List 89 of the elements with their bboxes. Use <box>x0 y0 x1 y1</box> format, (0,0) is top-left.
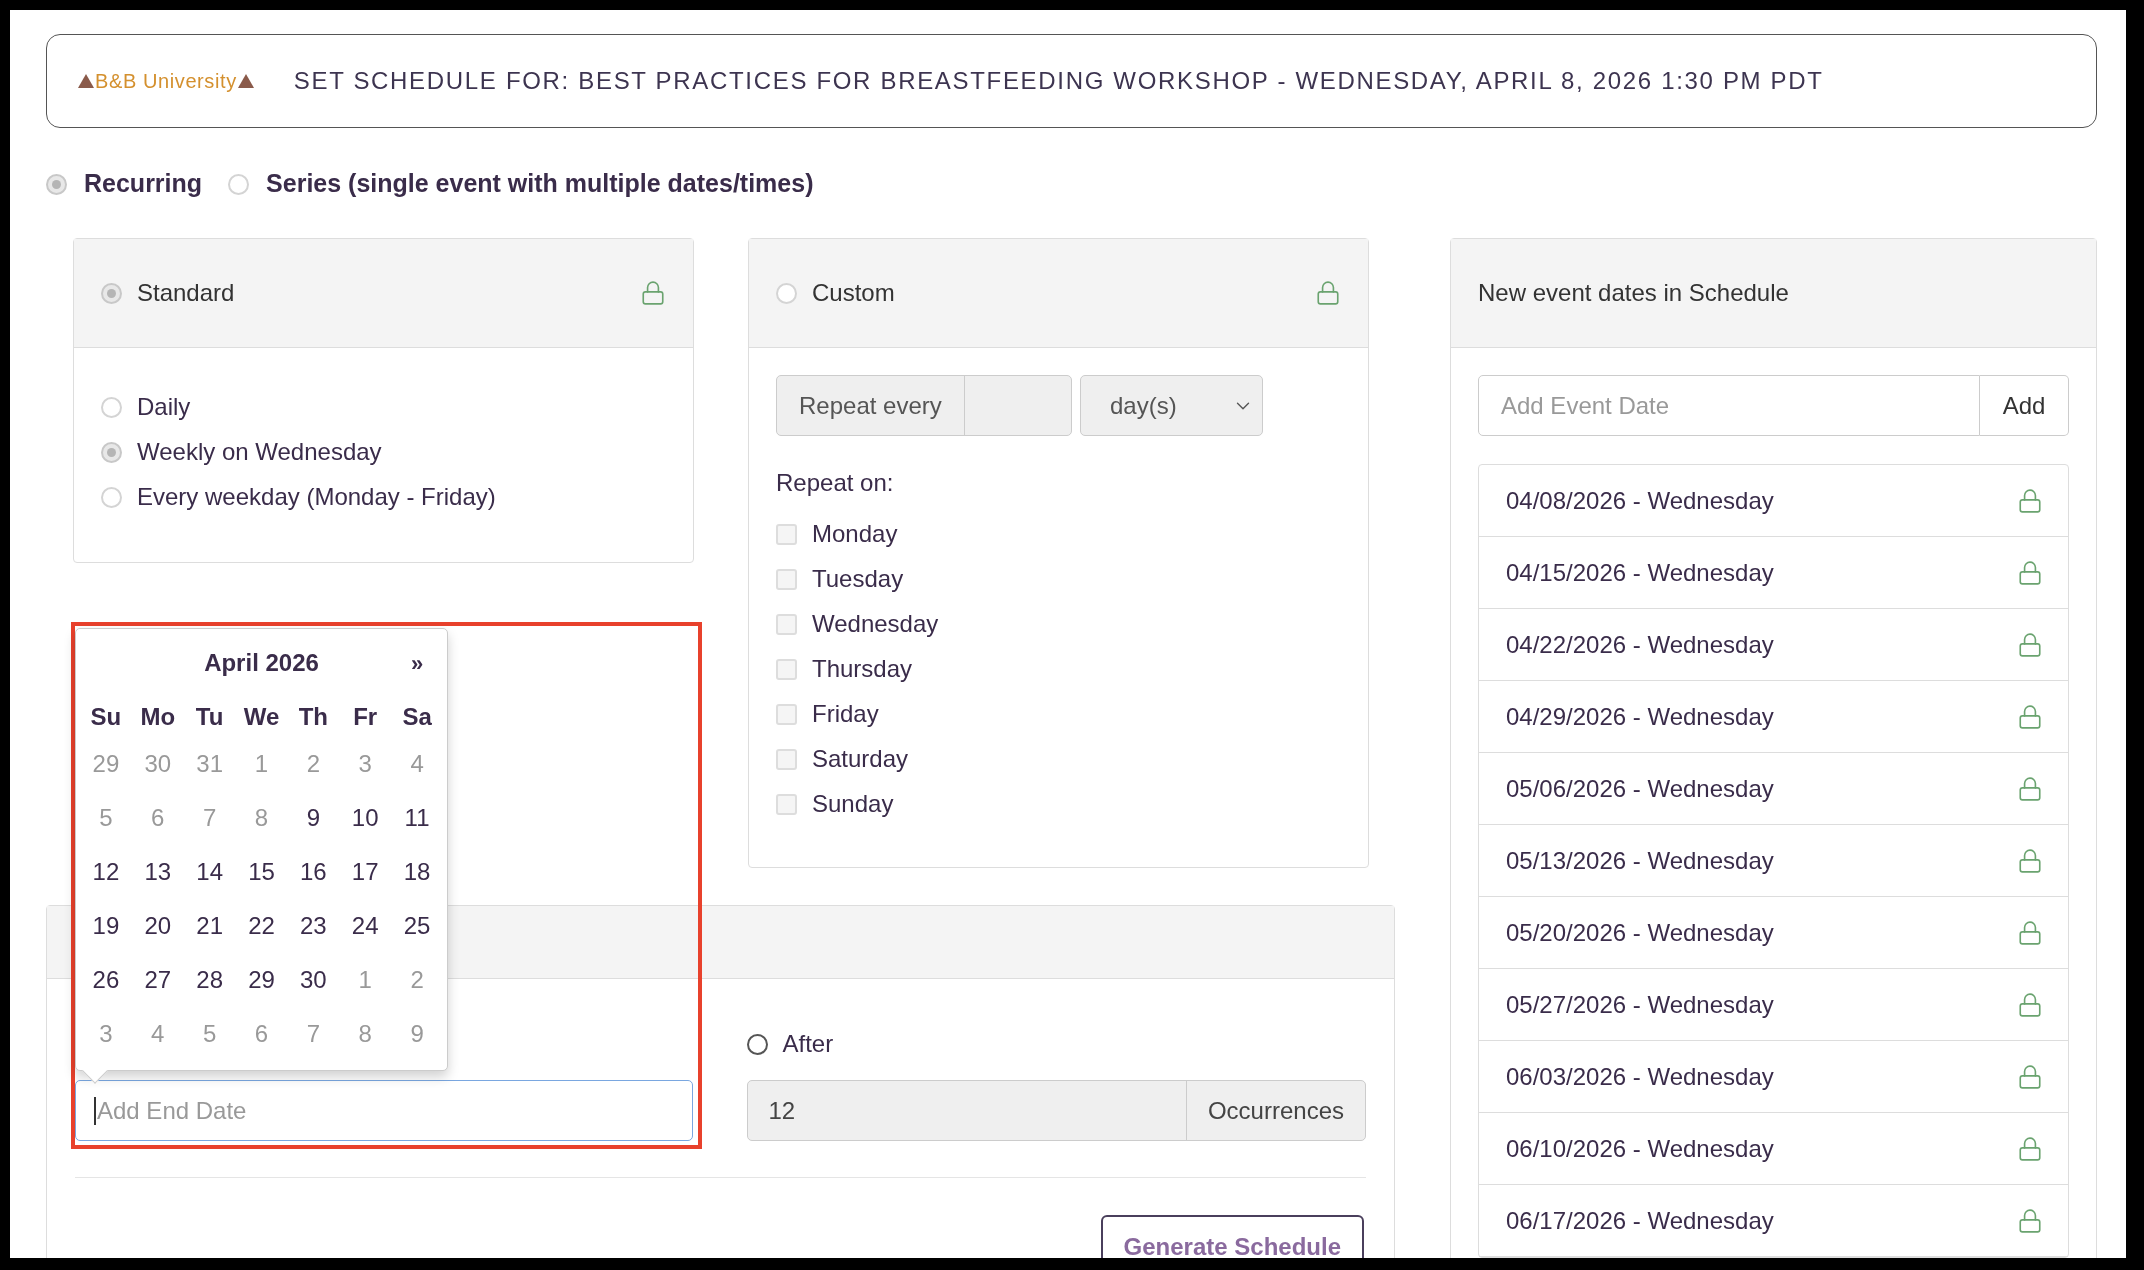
calendar-day[interactable]: 10 <box>339 800 392 836</box>
weekday-label: Su <box>89 702 123 732</box>
lock-icon <box>2017 919 2043 946</box>
weekday-label: Mo <box>139 702 177 732</box>
logo-text: B&B University <box>95 69 237 94</box>
calendar-day[interactable]: 20 <box>131 908 184 944</box>
calendar-day[interactable]: 26 <box>80 962 132 998</box>
event-date-row[interactable]: 04/29/2026 - Wednesday <box>1479 681 2068 753</box>
calendar-day[interactable]: 28 <box>183 962 236 998</box>
checkbox[interactable] <box>776 523 797 545</box>
calendar-day[interactable]: 9 <box>287 800 340 836</box>
lock-icon <box>1315 280 1341 306</box>
day-label: Tuesday <box>812 564 904 594</box>
calendar-day[interactable]: 19 <box>80 908 132 944</box>
day-label: Monday <box>812 519 898 549</box>
option-label: Every weekday (Monday - Friday) <box>137 482 496 512</box>
calendar-day[interactable]: 13 <box>131 854 184 890</box>
calendar-day[interactable]: 11 <box>391 800 443 836</box>
unit-dropdown[interactable]: day(s) <box>1080 375 1263 436</box>
calendar-day[interactable]: 22 <box>235 908 288 944</box>
calendar-day[interactable]: 30 <box>287 962 340 998</box>
day-label: Saturday <box>812 744 909 774</box>
event-date-row[interactable]: 06/03/2026 - Wednesday <box>1479 1041 2068 1113</box>
event-date-row[interactable]: 05/20/2026 - Wednesday <box>1479 897 2068 969</box>
month-title: April 2026 <box>203 648 320 678</box>
calendar-day[interactable]: 21 <box>183 908 236 944</box>
weekday-label: Tu <box>194 702 225 732</box>
checkbox[interactable] <box>776 703 797 725</box>
calendar-day[interactable]: 27 <box>131 962 184 998</box>
weekday-label: Fr <box>352 702 379 732</box>
option-label: Daily <box>137 392 191 422</box>
lock-icon <box>2017 1207 2043 1234</box>
add-button[interactable]: Add <box>1980 375 2069 436</box>
lock-icon <box>2017 991 2043 1018</box>
card-title: Standard <box>137 278 236 308</box>
calendar-day[interactable]: 17 <box>339 854 392 890</box>
lock-icon <box>2017 559 2043 586</box>
weekday-label: Th <box>297 702 329 732</box>
triangle-icon <box>78 74 94 88</box>
calendar-day[interactable]: 16 <box>287 854 340 890</box>
lock-icon <box>2017 703 2043 730</box>
generate-schedule-button[interactable]: Generate Schedule <box>1100 1215 1364 1258</box>
calendar-day[interactable]: 18 <box>391 854 443 890</box>
option-label: Weekly on Wednesday <box>137 437 382 467</box>
lock-icon <box>2017 775 2043 802</box>
lock-icon <box>2017 487 2043 514</box>
event-date-row[interactable]: 05/27/2026 - Wednesday <box>1479 969 2068 1041</box>
weekday-label: Sa <box>401 702 433 732</box>
event-date-row[interactable]: 06/17/2026 - Wednesday <box>1479 1185 2068 1257</box>
repeat-every-field[interactable]: Repeat every <box>776 375 1072 436</box>
calendar-day[interactable]: 23 <box>287 908 340 944</box>
day-label: Sunday <box>812 789 894 819</box>
event-date-row[interactable]: 05/06/2026 - Wednesday <box>1479 753 2068 825</box>
repeat-on-label: Repeat on: <box>776 468 894 498</box>
calendar-day[interactable]: 12 <box>80 854 132 890</box>
event-date-row[interactable]: 04/15/2026 - Wednesday <box>1479 537 2068 609</box>
triangle-icon <box>237 74 254 88</box>
lock-icon <box>640 280 666 306</box>
radio-label: Recurring <box>84 168 203 200</box>
day-label: Wednesday <box>812 609 939 639</box>
next-month-button[interactable]: » <box>391 646 443 680</box>
weekday-label: We <box>242 702 281 732</box>
event-date-row[interactable]: 05/13/2026 - Wednesday <box>1479 825 2068 897</box>
card-title: New event dates in Schedule <box>1478 278 1789 308</box>
checkbox[interactable] <box>776 613 797 635</box>
calendar-day[interactable]: 14 <box>183 854 236 890</box>
occurrences-field[interactable]: 12 Occurrences <box>746 1080 1366 1141</box>
calendar-day[interactable]: 15 <box>235 854 288 890</box>
day-label: Friday <box>812 699 879 729</box>
lock-icon <box>2017 847 2043 874</box>
lock-icon <box>2017 1135 2043 1162</box>
radio-label: After <box>782 1029 834 1059</box>
checkbox[interactable] <box>776 748 797 770</box>
calendar-day[interactable]: 29 <box>235 962 288 998</box>
event-date-row[interactable]: 04/08/2026 - Wednesday <box>1479 465 2068 537</box>
day-label: Thursday <box>812 654 913 684</box>
card-title: Custom <box>812 278 896 308</box>
event-date-row[interactable]: 04/22/2026 - Wednesday <box>1479 609 2068 681</box>
calendar-day[interactable]: 24 <box>339 908 392 944</box>
page-title: SET SCHEDULE FOR: BEST PRACTICES FOR BREASTFEEDING WORKSHOP - WEDNESDAY, APRIL 8, 2026 1:30 PM PDT <box>293 66 1824 96</box>
lock-icon <box>2017 631 2043 658</box>
checkbox[interactable] <box>776 568 797 590</box>
calendar-day[interactable]: 25 <box>391 908 443 944</box>
checkbox[interactable] <box>776 658 797 680</box>
radio-button[interactable] <box>746 1033 768 1055</box>
event-date-row[interactable]: 06/10/2026 - Wednesday <box>1479 1113 2068 1185</box>
lock-icon <box>2017 1063 2043 1090</box>
radio-label: Series (single event with multiple dates/times) <box>266 168 814 200</box>
checkbox[interactable] <box>776 793 797 815</box>
